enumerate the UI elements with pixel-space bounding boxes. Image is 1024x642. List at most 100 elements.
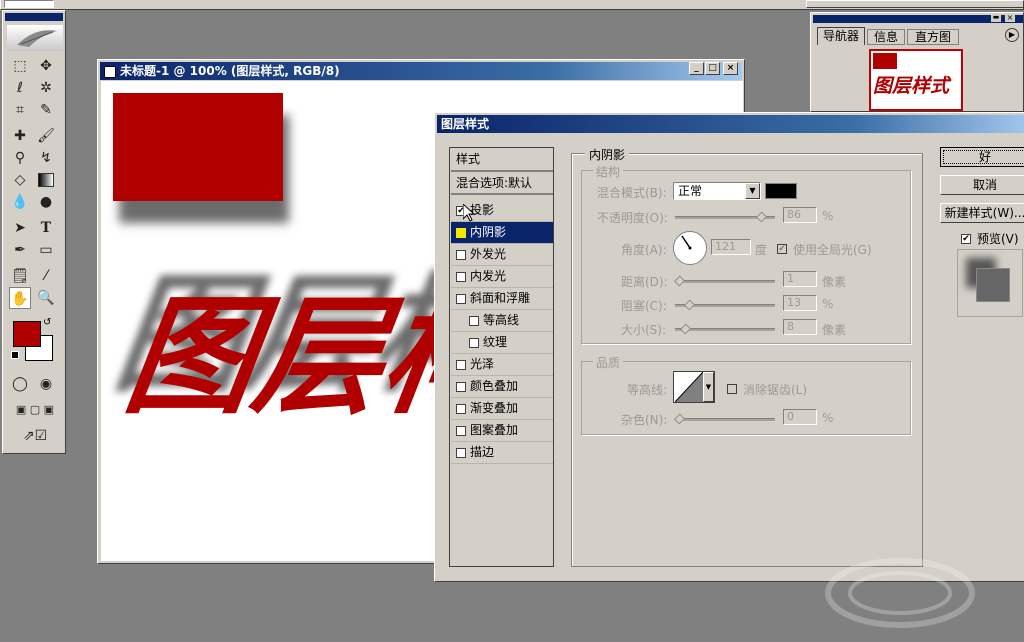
style-item-label: 纹理: [483, 335, 508, 349]
options-field[interactable]: [4, 0, 54, 8]
palette-well[interactable]: [806, 0, 1024, 8]
style-item[interactable]: 渐变叠加: [451, 398, 553, 420]
tab-navigator[interactable]: 导航器: [817, 27, 865, 45]
eraser-tool-icon[interactable]: ◇: [9, 169, 31, 191]
cancel-button[interactable]: 取消: [940, 175, 1024, 195]
dialog-titlebar[interactable]: 图层样式: [437, 115, 1024, 133]
new-style-button[interactable]: 新建样式(W)...: [940, 203, 1024, 223]
style-item[interactable]: 内发光: [451, 266, 553, 288]
move-tool-icon[interactable]: ✥: [35, 55, 57, 77]
checkbox-icon[interactable]: [469, 315, 479, 326]
palette-close-icon[interactable]: ×: [1005, 14, 1015, 22]
antialias-check-icon[interactable]: [727, 383, 737, 394]
opacity-label: 不透明度(O):: [597, 211, 668, 225]
style-item[interactable]: 图案叠加: [451, 420, 553, 442]
tab-info[interactable]: 信息: [867, 29, 905, 45]
path-selection-tool-icon[interactable]: ➤: [9, 217, 31, 239]
angle-input[interactable]: 121: [711, 239, 751, 255]
gradient-tool-icon[interactable]: [35, 169, 57, 191]
palette-minimize-icon[interactable]: ▬: [991, 14, 1001, 22]
eyedropper-tool-icon[interactable]: ⁄: [35, 265, 57, 287]
minimize-button[interactable]: _: [689, 62, 704, 75]
checkbox-icon[interactable]: [469, 337, 479, 348]
angle-dial[interactable]: [673, 231, 707, 265]
global-light-checkbox[interactable]: ✔: [777, 241, 787, 255]
history-brush-tool-icon[interactable]: ↯: [35, 147, 57, 169]
blend-options-item[interactable]: 混合选项:默认: [451, 173, 553, 195]
checkbox-icon[interactable]: [456, 271, 466, 282]
shadow-color-swatch[interactable]: [765, 183, 797, 199]
checkbox-icon[interactable]: [456, 447, 466, 458]
contour-picker[interactable]: ▼: [673, 371, 715, 403]
choke-input[interactable]: 13: [783, 295, 817, 311]
close-button[interactable]: ×: [723, 62, 738, 75]
style-item[interactable]: 外发光: [451, 244, 553, 266]
lasso-tool-icon[interactable]: ℓ: [9, 77, 31, 99]
choke-slider[interactable]: [675, 299, 775, 311]
notes-tool-icon[interactable]: 🗒: [9, 265, 31, 287]
blend-mode-select[interactable]: 正常 ▼: [673, 182, 761, 200]
contour-dropdown-icon[interactable]: ▼: [703, 372, 714, 402]
style-item[interactable]: 颜色叠加: [451, 376, 553, 398]
zoom-tool-icon[interactable]: 🔍: [35, 287, 57, 309]
distance-slider[interactable]: [674, 275, 775, 287]
quick-mask-mode-icon[interactable]: ◉: [35, 373, 57, 395]
style-item[interactable]: 内阴影: [451, 222, 553, 244]
standard-mode-icon[interactable]: ◯: [9, 373, 31, 395]
blur-tool-icon[interactable]: 💧: [9, 191, 31, 213]
hand-tool-icon[interactable]: ✋: [9, 287, 31, 309]
brush-tool-icon[interactable]: 🖌: [35, 125, 57, 147]
swap-colors-icon[interactable]: ↺: [43, 317, 51, 328]
checkbox-icon[interactable]: [456, 227, 466, 238]
checkbox-icon[interactable]: [456, 249, 466, 260]
noise-input[interactable]: 0: [783, 409, 817, 425]
navigator-thumbnail[interactable]: 图层样式: [869, 49, 963, 111]
toolbox-titlebar[interactable]: [5, 13, 63, 21]
tab-histogram[interactable]: 直方图: [907, 29, 959, 45]
checkbox-icon[interactable]: [456, 403, 466, 414]
crop-tool-icon[interactable]: ⌗: [9, 99, 31, 121]
noise-slider[interactable]: [674, 413, 775, 425]
style-item[interactable]: 光泽: [451, 354, 553, 376]
type-tool-icon[interactable]: T: [35, 217, 57, 239]
chevron-down-icon[interactable]: ▼: [745, 183, 760, 199]
global-light-check-icon[interactable]: ✔: [777, 243, 787, 254]
marquee-tool-icon[interactable]: ⬚: [9, 55, 31, 77]
jump-to-imageready-icon[interactable]: ⇗☑: [11, 425, 59, 447]
size-slider[interactable]: [675, 323, 775, 335]
distance-input[interactable]: 1: [783, 271, 817, 287]
adobe-feather-logo[interactable]: [7, 25, 63, 51]
noise-unit: %: [822, 411, 834, 425]
blend-mode-label: 混合模式(B):: [597, 186, 667, 200]
maximize-button[interactable]: □: [705, 62, 720, 75]
ok-button[interactable]: 好: [940, 147, 1024, 167]
checkbox-icon[interactable]: [456, 293, 466, 304]
slice-tool-icon[interactable]: ✎: [35, 99, 57, 121]
checkbox-icon[interactable]: [456, 425, 466, 436]
style-item[interactable]: 等高线: [451, 310, 553, 332]
preview-check-icon[interactable]: ✔: [961, 233, 971, 244]
healing-brush-tool-icon[interactable]: ✚: [9, 125, 31, 147]
opacity-input[interactable]: 86: [783, 207, 817, 223]
watermark-logo: [820, 548, 980, 638]
shape-tool-icon[interactable]: ▭: [35, 239, 57, 261]
style-item[interactable]: 描边: [451, 442, 553, 464]
default-colors-icon[interactable]: [11, 351, 19, 359]
palette-menu-arrow-icon[interactable]: ▶: [1005, 28, 1019, 42]
screen-mode-icon[interactable]: ▣ ▢ ▣: [7, 399, 63, 421]
style-item[interactable]: 纹理: [451, 332, 553, 354]
clone-stamp-tool-icon[interactable]: ⚲: [9, 147, 31, 169]
style-item[interactable]: 斜面和浮雕: [451, 288, 553, 310]
dodge-tool-icon[interactable]: ●: [35, 191, 57, 213]
preview-checkbox[interactable]: ✔: [961, 231, 971, 245]
foreground-color-swatch[interactable]: [13, 321, 41, 347]
navigator-palette: ▬ × 导航器 信息 直方图 ▶ 图层样式: [810, 12, 1024, 112]
magic-wand-tool-icon[interactable]: ✲: [35, 77, 57, 99]
pen-tool-icon[interactable]: ✒: [9, 239, 31, 261]
size-input[interactable]: 8: [783, 319, 817, 335]
antialias-checkbox[interactable]: [727, 381, 737, 395]
checkbox-icon[interactable]: [456, 359, 466, 370]
opacity-slider[interactable]: [675, 211, 775, 223]
checkbox-icon[interactable]: [456, 381, 466, 392]
document-titlebar[interactable]: 未标题-1 @ 100% (图层样式, RGB/8): [100, 62, 742, 80]
